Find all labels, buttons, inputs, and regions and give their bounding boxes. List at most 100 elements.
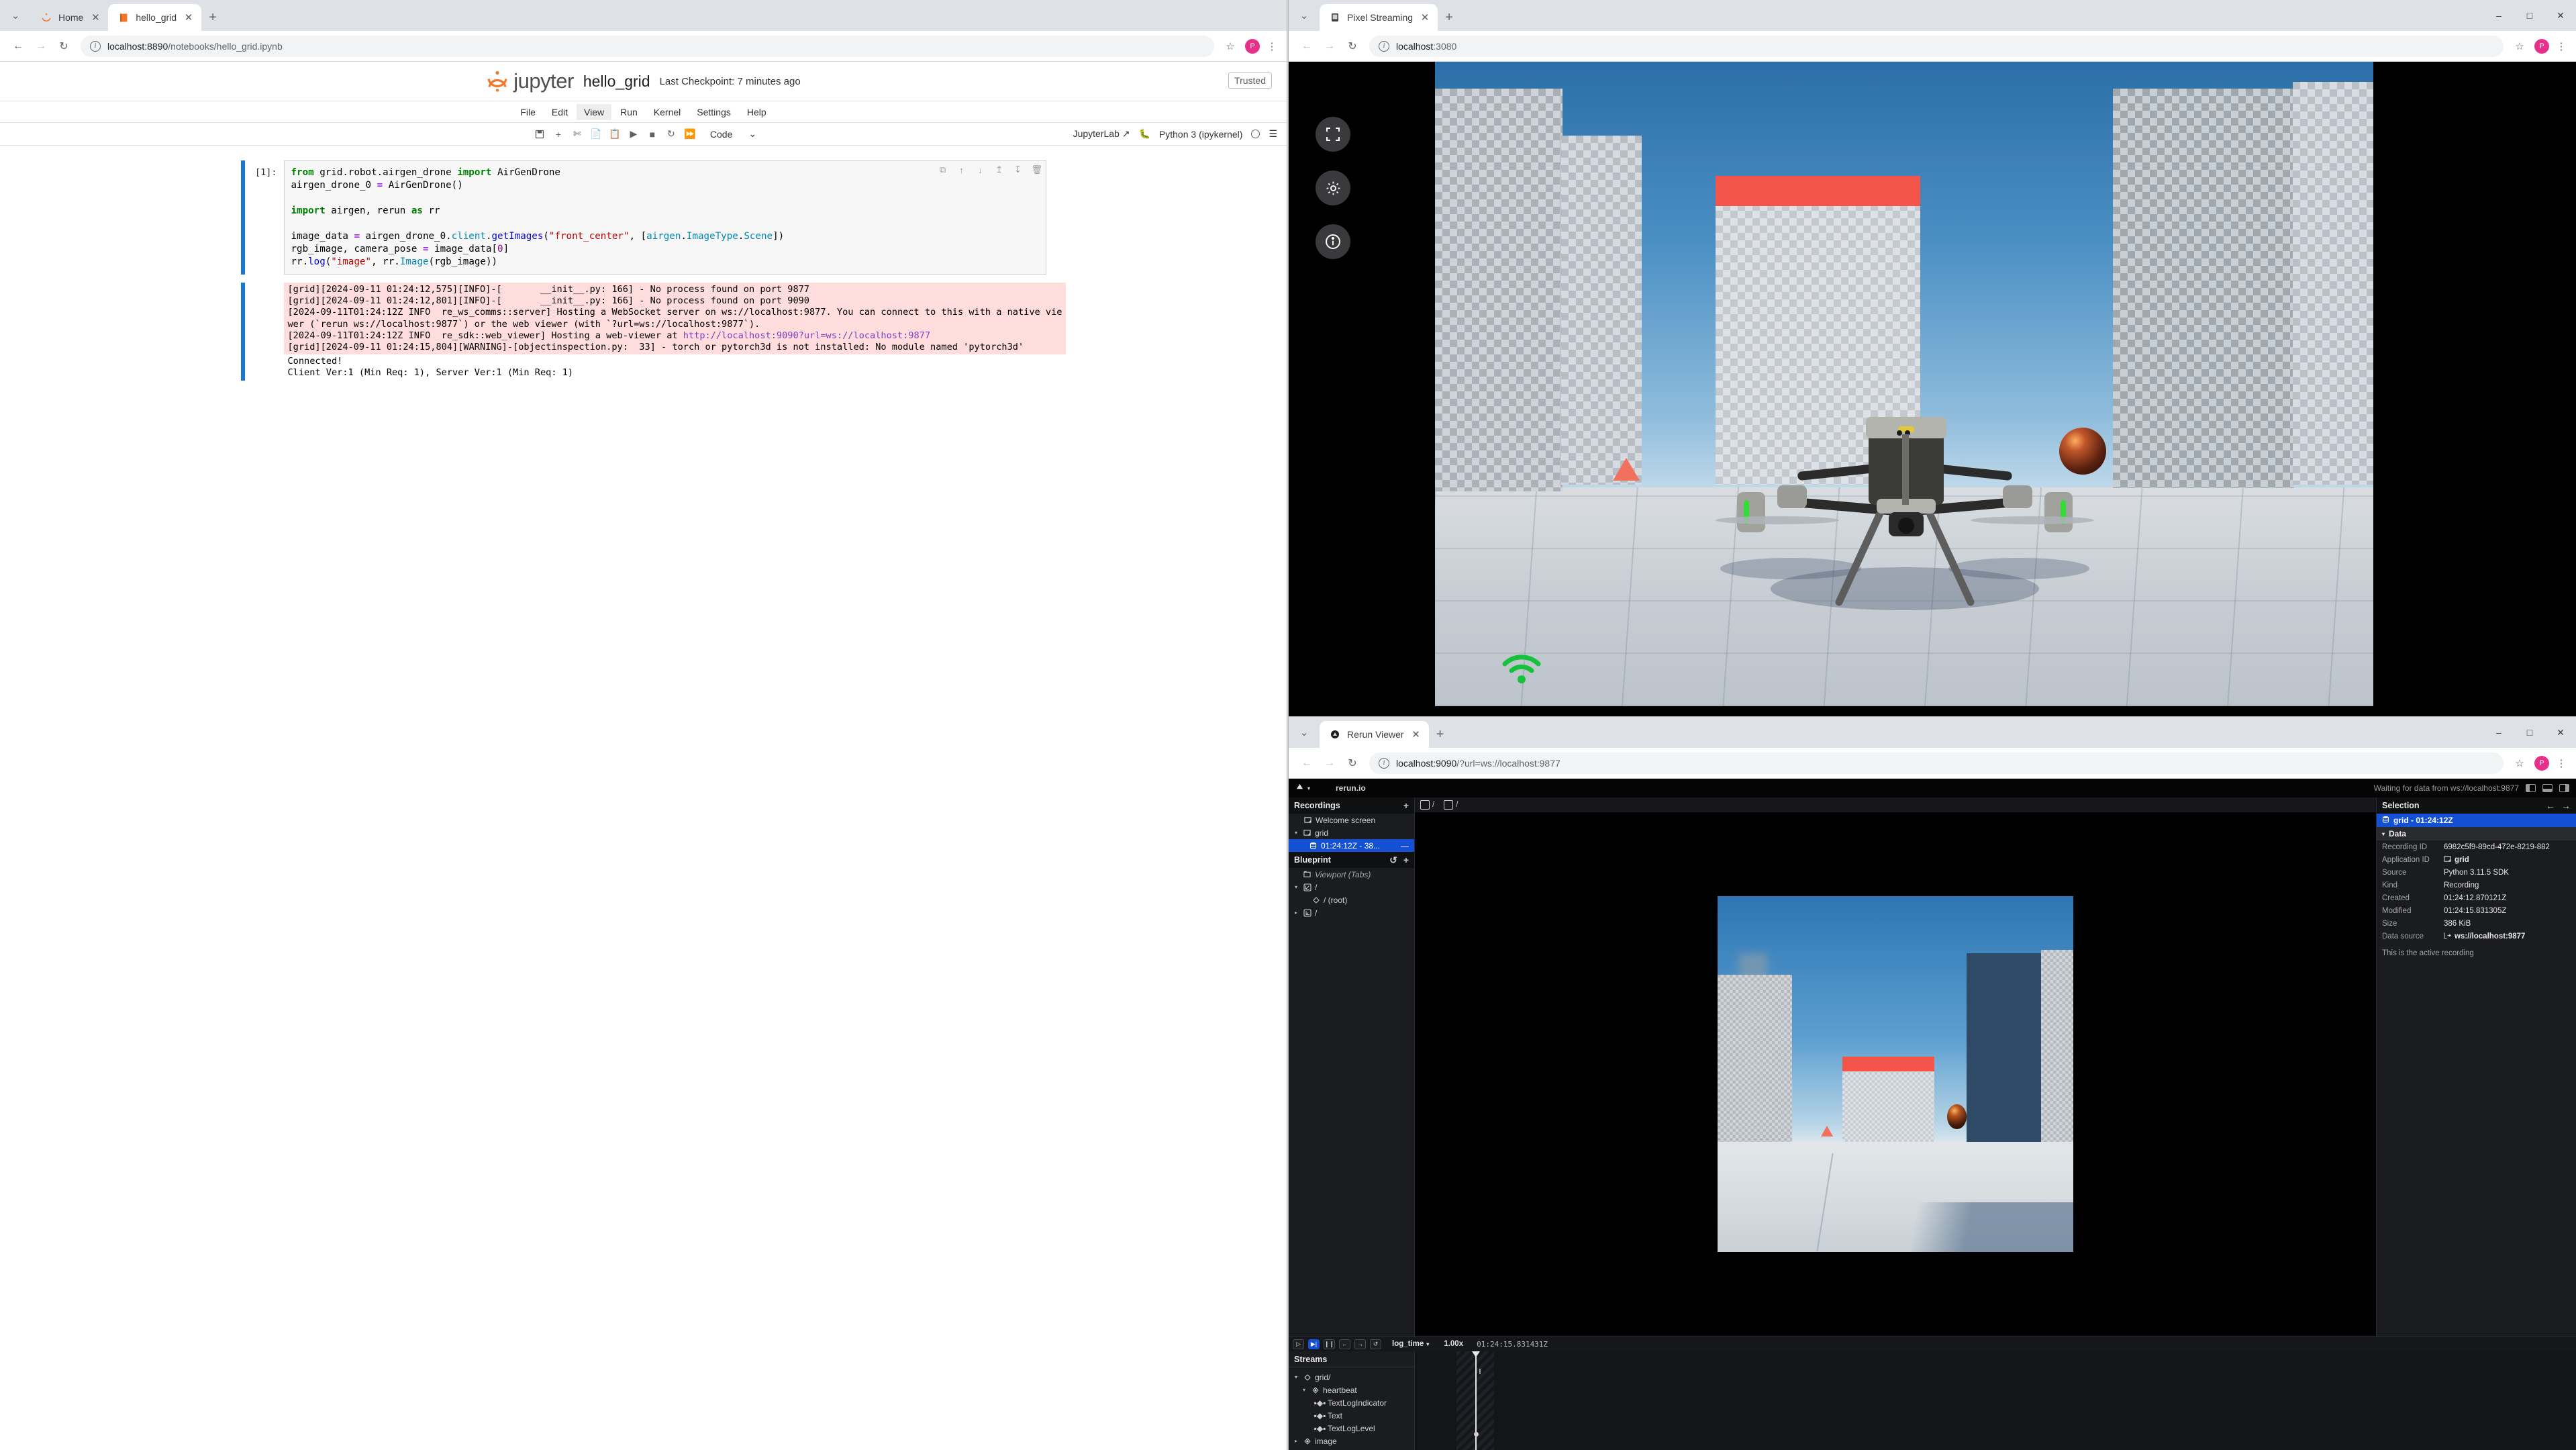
new-tab-button[interactable]: + — [1429, 721, 1452, 748]
site-info-icon[interactable]: i — [1379, 40, 1389, 52]
viewport-tab-2d[interactable]: / — [1420, 800, 1434, 810]
code-editor[interactable]: from grid.robot.airgen_drone import AirG… — [283, 160, 1046, 275]
browser-tab-hello-grid[interactable]: hello_grid ✕ — [108, 4, 202, 31]
minimize-icon[interactable]: – — [2483, 727, 2514, 738]
blueprint-item-2d-view[interactable]: ▾ / — [1289, 881, 1414, 893]
insert-cell-below-icon[interactable]: ↧ — [1013, 164, 1024, 175]
profile-avatar[interactable]: P — [2534, 755, 2549, 771]
add-recording-button[interactable]: + — [1403, 800, 1409, 811]
forward-icon[interactable]: → — [1320, 753, 1340, 773]
bottom-panel-icon[interactable] — [2542, 784, 2553, 792]
browser-tab-pixel-streaming[interactable]: Pixel Streaming ✕ — [1320, 4, 1438, 31]
browser-tab-home[interactable]: Home ✕ — [31, 4, 109, 31]
bug-icon[interactable]: 🐛 — [1138, 128, 1150, 140]
blueprint-item-root-entity[interactable]: / (root) — [1289, 893, 1414, 906]
close-tab-icon[interactable]: ✕ — [1419, 11, 1431, 23]
maximize-icon[interactable]: □ — [2514, 10, 2545, 21]
back-icon[interactable]: ← — [8, 36, 28, 56]
new-tab-button[interactable]: + — [201, 4, 224, 31]
bookmark-star-icon[interactable]: ☆ — [2510, 40, 2529, 52]
stream-item-heartbeat[interactable]: ▾ heartbeat — [1289, 1384, 1414, 1396]
viewport-tab-3d[interactable]: / — [1444, 800, 1458, 810]
menu-item-settings[interactable]: Settings — [689, 104, 738, 120]
recording-item-welcome-screen[interactable]: Welcome screen — [1289, 814, 1414, 826]
back-icon[interactable]: ← — [1297, 36, 1317, 56]
close-icon[interactable]: ✕ — [2545, 10, 2576, 21]
reload-icon[interactable]: ↻ — [54, 36, 74, 56]
bookmark-star-icon[interactable]: ☆ — [1221, 40, 1240, 52]
restart-icon[interactable]: ↻ — [662, 126, 681, 143]
copy-icon[interactable]: 📄 — [587, 126, 605, 143]
selection-data-group[interactable]: ▾ Data — [2377, 827, 2576, 840]
maximize-icon[interactable]: □ — [2514, 727, 2545, 738]
address-bar[interactable]: i localhost:9090/?url=ws://localhost:987… — [1369, 752, 2504, 774]
menu-item-file[interactable]: File — [513, 104, 543, 120]
jupyterlab-link[interactable]: JupyterLab ↗ — [1073, 128, 1130, 140]
recording-item-grid[interactable]: ▾ grid — [1289, 826, 1414, 839]
forward-icon[interactable]: → — [31, 36, 51, 56]
recording-item-active[interactable]: 01:24:12Z - 38... — — [1289, 839, 1414, 852]
move-cell-up-icon[interactable]: ↑ — [956, 165, 967, 175]
step-forward-icon[interactable]: ▶| — [1308, 1339, 1320, 1349]
expand-arrow-icon[interactable]: ▾ — [1301, 1387, 1307, 1393]
reset-blueprint-icon[interactable]: ↺ — [1389, 855, 1397, 866]
recording-menu-icon[interactable]: — — [1401, 841, 1409, 851]
unreal-scene-render[interactable] — [1435, 62, 2373, 706]
site-info-icon[interactable]: i — [90, 40, 101, 52]
profile-avatar[interactable]: P — [1245, 38, 1260, 54]
left-panel-icon[interactable] — [2526, 784, 2536, 792]
jupyter-logo[interactable]: jupyter — [486, 69, 574, 93]
selection-next-button[interactable]: → — [2561, 800, 2571, 811]
pause-icon[interactable]: ❙❙ — [1324, 1339, 1335, 1349]
chrome-menu-icon[interactable]: ⋮ — [1265, 40, 1279, 52]
address-bar[interactable]: i localhost:3080 — [1369, 35, 2504, 57]
hamburger-icon[interactable]: ☰ — [1269, 128, 1277, 140]
settings-gear-icon[interactable] — [1316, 171, 1350, 205]
insert-cell-above-icon[interactable]: ↥ — [994, 164, 1005, 175]
move-cell-down-icon[interactable]: ↓ — [975, 165, 986, 175]
step-next-icon[interactable]: → — [1354, 1339, 1366, 1349]
logged-image[interactable] — [1718, 896, 2073, 1252]
kernel-label[interactable]: Python 3 (ipykernel) — [1159, 129, 1243, 140]
selection-prev-button[interactable]: ← — [2546, 800, 2555, 811]
stream-item-image[interactable]: ▸ image — [1289, 1435, 1414, 1447]
menu-item-kernel[interactable]: Kernel — [646, 104, 688, 120]
reload-icon[interactable]: ↻ — [1342, 36, 1363, 56]
cut-icon[interactable]: ✄ — [568, 126, 587, 143]
notebook-title[interactable]: hello_grid — [583, 72, 650, 91]
expand-arrow-icon[interactable]: ▾ — [1293, 830, 1299, 836]
delete-cell-icon[interactable]: 🗑 — [1032, 164, 1043, 175]
tab-search-chevron-icon[interactable]: ⌄ — [1289, 0, 1320, 31]
collapse-arrow-icon[interactable]: ▾ — [2382, 831, 2385, 837]
reload-icon[interactable]: ↻ — [1342, 753, 1363, 773]
expand-arrow-icon[interactable]: ▸ — [1293, 910, 1299, 916]
back-icon[interactable]: ← — [1297, 753, 1317, 773]
blueprint-item-viewport[interactable]: Viewport (Tabs) — [1289, 868, 1414, 881]
close-tab-icon[interactable]: ✕ — [1410, 728, 1422, 740]
cell-type-select[interactable]: Code ⌄ — [710, 128, 756, 140]
add-blueprint-button[interactable]: + — [1403, 855, 1409, 866]
stream-item-textlogindicator[interactable]: ▪◆▪ TextLogIndicator — [1289, 1396, 1414, 1409]
tab-search-chevron-icon[interactable]: ⌄ — [0, 0, 31, 31]
loop-icon[interactable]: ↺ — [1370, 1339, 1381, 1349]
expand-arrow-icon[interactable]: ▸ — [1293, 1438, 1299, 1444]
bookmark-star-icon[interactable]: ☆ — [2510, 757, 2529, 769]
restart-run-all-icon[interactable]: ⏩ — [681, 126, 699, 143]
web-viewer-link[interactable]: http://localhost:9090?url=ws://localhost… — [683, 330, 930, 341]
new-tab-button[interactable]: + — [1438, 4, 1460, 31]
blueprint-item-3d-view[interactable]: ▸ / — [1289, 906, 1414, 919]
step-back-icon[interactable]: ← — [1339, 1339, 1350, 1349]
paste-icon[interactable]: 📋 — [605, 126, 624, 143]
playback-rate[interactable]: 1.00x — [1444, 1340, 1463, 1348]
play-icon[interactable]: ▷ — [1293, 1339, 1304, 1349]
minimize-icon[interactable]: – — [2483, 10, 2514, 21]
tab-search-chevron-icon[interactable]: ⌄ — [1289, 717, 1320, 748]
menu-item-help[interactable]: Help — [740, 104, 774, 120]
menu-item-view[interactable]: View — [577, 103, 612, 120]
site-info-icon[interactable]: i — [1379, 757, 1389, 769]
profile-avatar[interactable]: P — [2534, 38, 2549, 54]
close-tab-icon[interactable]: ✕ — [89, 11, 101, 23]
right-panel-icon[interactable] — [2559, 784, 2569, 792]
close-tab-icon[interactable]: ✕ — [183, 11, 195, 23]
chrome-menu-icon[interactable]: ⋮ — [2555, 757, 2568, 769]
